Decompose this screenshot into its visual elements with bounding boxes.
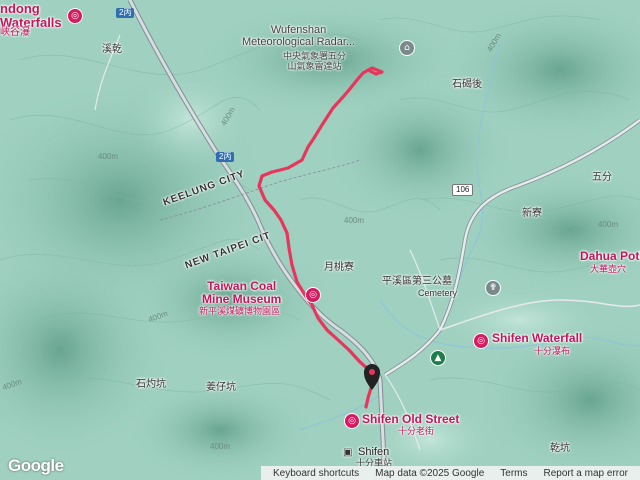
coal-museum-name[interactable]: Taiwan Coal Mine Museum (202, 280, 281, 305)
terrain-map[interactable] (0, 0, 640, 480)
google-logo: Google (8, 456, 64, 475)
map-data-attribution: Map data ©2025 Google (375, 467, 485, 479)
shifen-station-name[interactable]: Shifen (358, 447, 389, 458)
place-dongong-zh: 峽谷瀑 (0, 27, 30, 38)
place-shihekou: 石碣後 (452, 79, 482, 90)
road-shield-2bing: 2丙 (116, 8, 135, 18)
place-wufen: 五分 (592, 172, 612, 183)
report-error-link[interactable]: Report a map error (544, 468, 628, 479)
map-footer: Keyboard shortcuts Map data ©2025 Google… (260, 466, 640, 480)
cemetery-label-zh: 平溪區第三公墓 (382, 276, 452, 287)
dahua-pothole-name[interactable]: Dahua Pothol (580, 250, 640, 262)
camera-icon[interactable]: ◎ (305, 287, 321, 303)
dahua-pothole-zh: 大華壺穴 (590, 264, 627, 274)
keyboard-shortcuts-link[interactable]: Keyboard shortcuts (273, 468, 359, 479)
place-jiangzikeng: 姜仔坑 (206, 382, 236, 393)
shifen-old-street-name[interactable]: Shifen Old Street (362, 413, 459, 425)
museum-icon[interactable]: ⌂ (399, 40, 415, 56)
radar-name[interactable]: Wufenshan Meteorological Radar... (242, 24, 355, 48)
shifen-old-street-zh: 十分老街 (398, 426, 435, 436)
road-shield-106: 106 (452, 184, 474, 196)
camera-icon[interactable]: ◎ (344, 413, 360, 429)
cemetery-icon[interactable]: ✟ (485, 280, 501, 296)
place-yuetaoliao: 月桃寮 (324, 262, 354, 273)
elevation-label: 400m (344, 216, 365, 225)
place-xinliao: 新寮 (522, 208, 542, 219)
place-gankeng: 乾坑 (550, 443, 570, 454)
radar-zh: 中央氣象署五分 山氣象雷達站 (283, 51, 347, 71)
elevation-label: 400m (210, 442, 231, 451)
place-dongong-waterfalls[interactable]: ndong Waterfalls (0, 2, 62, 29)
camera-icon[interactable]: ◎ (67, 8, 83, 24)
elevation-label: 400m (98, 152, 119, 161)
shifen-waterfall-name[interactable]: Shifen Waterfall (492, 332, 582, 344)
place-xiqian: 溪乾 (102, 44, 122, 55)
train-icon[interactable]: ▣ (343, 448, 352, 458)
road-shield-2bing: 2丙 (216, 152, 235, 162)
shifen-waterfall-zh: 十分瀑布 (534, 346, 571, 356)
coal-museum-zh: 新平溪煤礦博物園區 (199, 306, 281, 316)
park-icon[interactable]: ▲ (430, 350, 446, 366)
camera-icon[interactable]: ◎ (473, 333, 489, 349)
elevation-label: 400m (598, 220, 619, 229)
terms-link[interactable]: Terms (500, 468, 527, 479)
place-shizhukeng: 石灼坑 (136, 379, 166, 390)
cemetery-label-en: Cemetery (418, 288, 458, 298)
